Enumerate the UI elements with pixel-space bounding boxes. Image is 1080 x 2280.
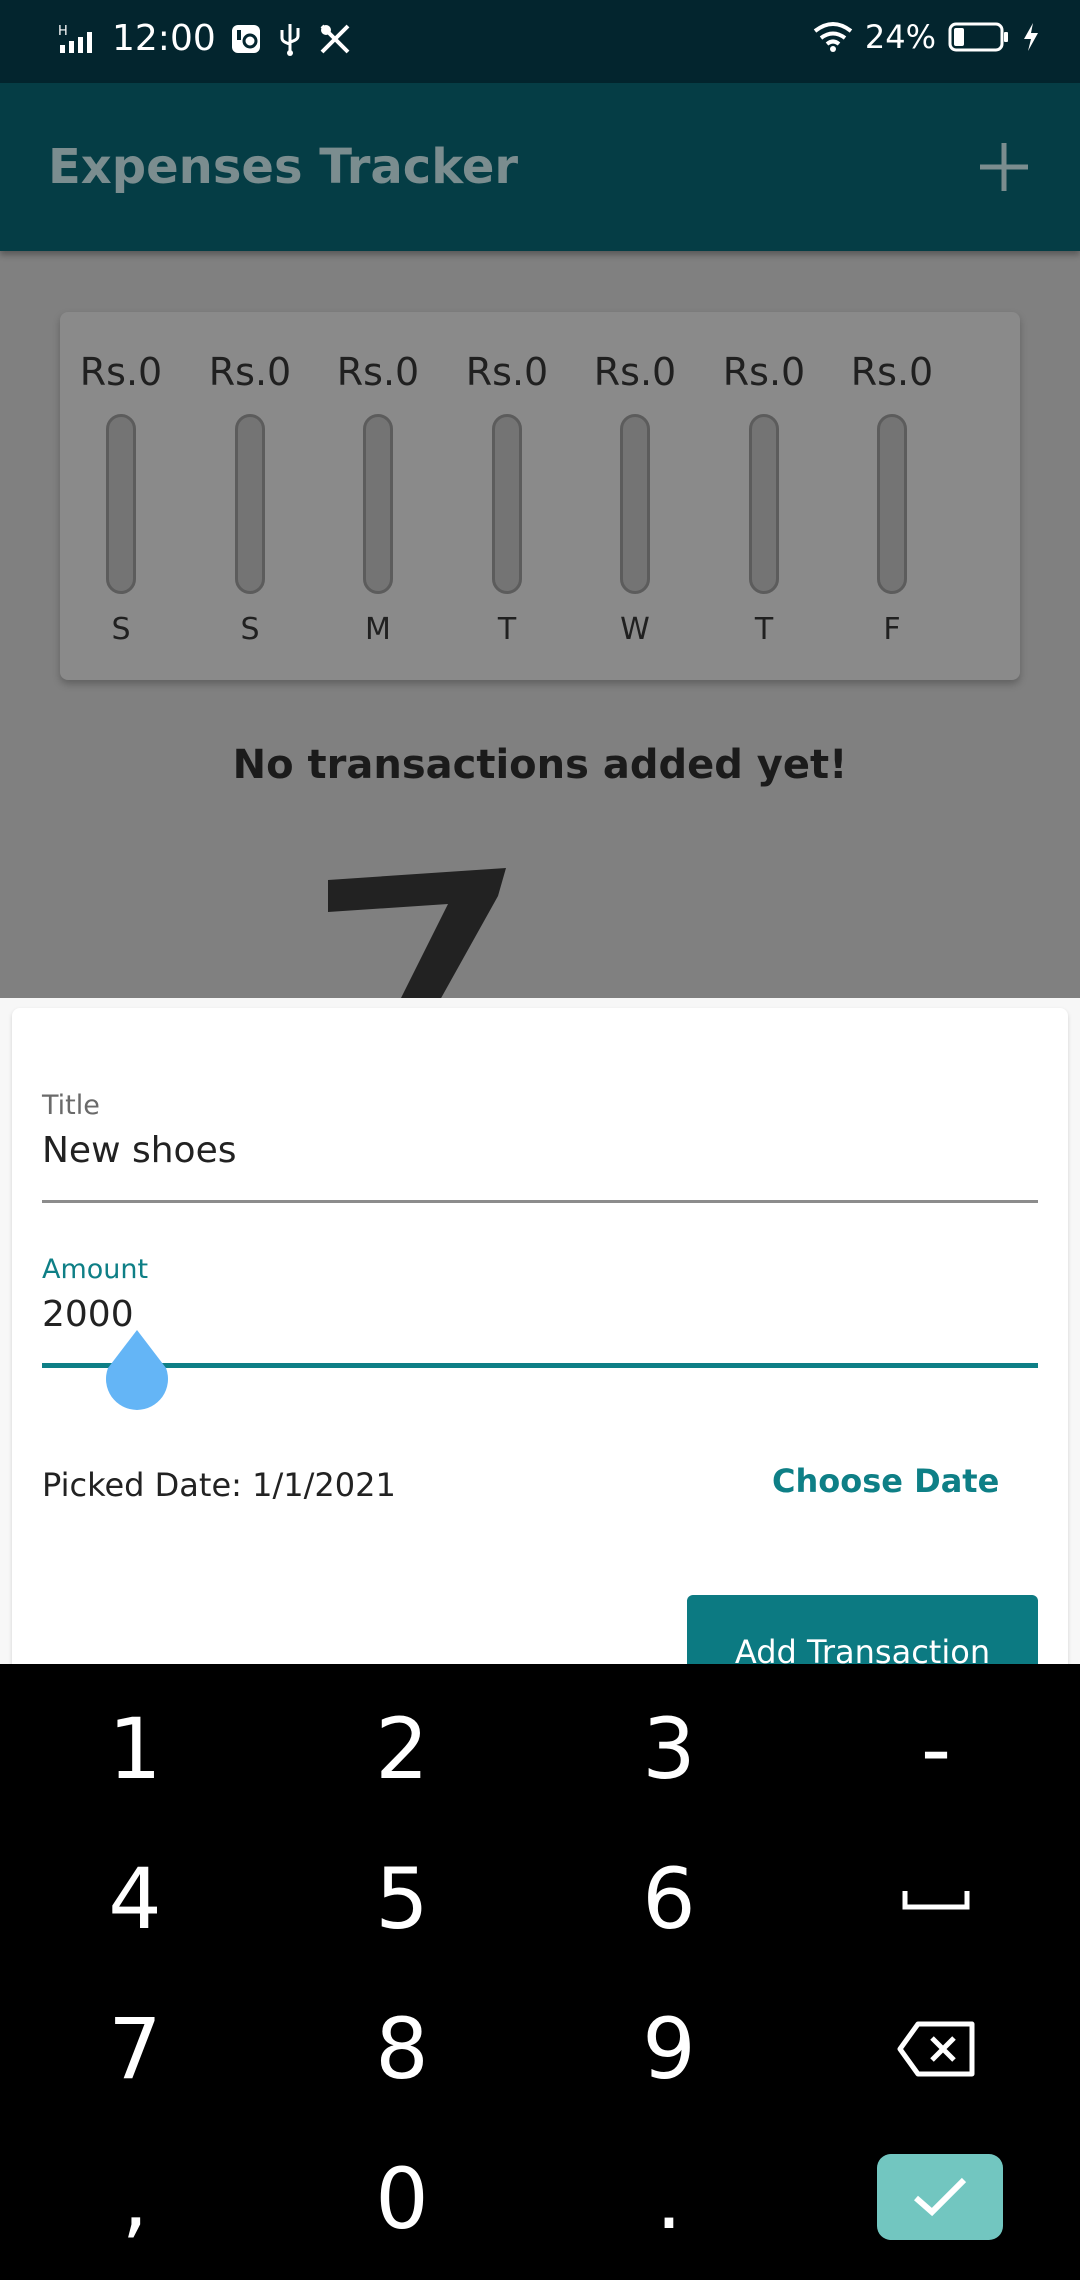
key-7[interactable]: 7 — [0, 1974, 270, 2124]
key-6[interactable]: 6 — [534, 1824, 804, 1974]
empty-state-illustration — [328, 868, 506, 1000]
title-underline — [42, 1200, 1038, 1203]
chart-bar-day: S — [111, 612, 131, 647]
chart-bar-day: M — [365, 612, 391, 647]
key-9[interactable]: 9 — [534, 1974, 804, 2124]
key-comma[interactable]: , — [0, 2124, 270, 2274]
key-8[interactable]: 8 — [267, 1974, 537, 2124]
app-bar: Expenses Tracker — [0, 83, 1080, 251]
chart-bar-amount: Rs.0 — [593, 350, 677, 394]
chart-bar-track — [877, 414, 907, 594]
chart-bar-track — [620, 414, 650, 594]
amount-underline — [42, 1363, 1038, 1368]
chart-bar-day: T — [497, 612, 517, 647]
status-time: 12:00 — [112, 18, 216, 59]
choose-date-button[interactable]: Choose Date — [772, 1462, 999, 1500]
status-bar: H 12:00 24% — [0, 0, 1080, 83]
key-4[interactable]: 4 — [0, 1824, 270, 1974]
amount-label: Amount — [42, 1254, 149, 1285]
key-5[interactable]: 5 — [267, 1824, 537, 1974]
key-minus[interactable]: - — [801, 1674, 1071, 1824]
chart-bar-day: S — [240, 612, 260, 647]
chart-bar-track — [363, 414, 393, 594]
settings-chip-icon — [231, 24, 260, 53]
chart-bar-day: W — [620, 612, 650, 647]
chart-bar-column: Rs.0 T — [443, 312, 571, 680]
chart-bar-amount: Rs.0 — [208, 350, 292, 394]
title-label: Title — [42, 1090, 100, 1121]
chart-bar-day: F — [883, 612, 901, 647]
transaction-form: Title New shoes Amount 2000 Picked Date:… — [12, 1008, 1068, 1708]
chart-bar-amount: Rs.0 — [465, 350, 549, 394]
chart-bar-track — [106, 414, 136, 594]
key-2[interactable]: 2 — [267, 1674, 537, 1824]
key-1[interactable]: 1 — [0, 1674, 270, 1824]
confirm-key[interactable] — [877, 2154, 1003, 2240]
battery-icon — [948, 22, 1008, 52]
numeric-keyboard: 123- 456 789,0. — [0, 1664, 1080, 2280]
title-input[interactable]: New shoes — [42, 1130, 236, 1171]
chart-bar-column: Rs.0 W — [571, 312, 699, 680]
chart-bar-column: Rs.0 F — [828, 312, 956, 680]
charging-icon — [1024, 23, 1038, 51]
plus-icon[interactable] — [964, 127, 1044, 207]
chart-bar-track — [235, 414, 265, 594]
backspace-icon — [897, 2021, 975, 2077]
chart-bar-amount: Rs.0 — [336, 350, 420, 394]
chart-bar-day: T — [754, 612, 774, 647]
wifi-icon — [813, 22, 853, 52]
app-title: Expenses Tracker — [48, 139, 519, 195]
chart-bar-column: Rs.0 M — [314, 312, 442, 680]
chart-bar-amount: Rs.0 — [722, 350, 806, 394]
weekly-chart: Rs.0 S Rs.0 S Rs.0 M Rs.0 T Rs.0 W Rs.0 T Rs.0 F — [60, 312, 1020, 680]
key-3[interactable]: 3 — [534, 1674, 804, 1824]
svg-text:H: H — [58, 24, 68, 39]
chart-bar-track — [492, 414, 522, 594]
battery-percent: 24% — [864, 18, 936, 56]
chart-bar-amount: Rs.0 — [850, 350, 934, 394]
chart-bar-column: Rs.0 S — [186, 312, 314, 680]
chart-bar-track — [749, 414, 779, 594]
usb-icon — [280, 23, 300, 56]
picked-date-text: Picked Date: 1/1/2021 — [42, 1466, 396, 1504]
key-period[interactable]: . — [534, 2124, 804, 2274]
chart-bar-column: Rs.0 T — [700, 312, 828, 680]
empty-state-message: No transactions added yet! — [232, 742, 848, 788]
signal-icon: H — [58, 24, 92, 53]
key-space[interactable] — [801, 1824, 1071, 1974]
tools-icon — [320, 24, 350, 53]
chart-bar-amount: Rs.0 — [79, 350, 163, 394]
key-backspace[interactable] — [801, 1974, 1071, 2124]
key-0[interactable]: 0 — [267, 2124, 537, 2274]
check-icon — [914, 2177, 967, 2217]
chart-bar-column: Rs.0 S — [57, 312, 185, 680]
text-cursor-handle[interactable] — [102, 1328, 172, 1412]
space-icon — [902, 1891, 970, 1910]
